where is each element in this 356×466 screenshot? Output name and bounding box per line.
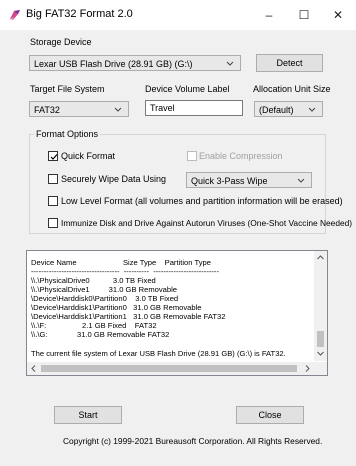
copyright-text: Copyright (c) 1999-2021 Bureausoft Corpo… xyxy=(63,436,323,446)
quick-format-label: Quick Format xyxy=(61,151,116,161)
close-window-button[interactable]: ✕ xyxy=(321,0,355,30)
log-line: \\.\G: 31.0 GB Removable FAT32 xyxy=(31,330,170,339)
start-button-label: Start xyxy=(78,410,98,420)
title-bar: Big FAT32 Format 2.0 – ☐ ✕ xyxy=(0,0,356,30)
chevron-up-icon[interactable] xyxy=(316,254,325,261)
log-line: \\.\PhysicalDrive1 31.0 GB Removable xyxy=(31,285,178,294)
log-line: Device Name Size Type Partition Type xyxy=(31,258,211,267)
storage-device-value: Lexar USB Flash Drive (28.91 GB) (G:\) xyxy=(34,59,193,69)
horizontal-scrollbar[interactable] xyxy=(27,362,315,375)
low-level-format-checkbox[interactable] xyxy=(48,196,58,206)
target-fs-label: Target File System xyxy=(30,84,105,94)
secure-wipe-label: Securely Wipe Data Using xyxy=(61,174,167,184)
chevron-down-icon xyxy=(308,107,316,112)
maximize-button[interactable]: ☐ xyxy=(287,0,321,30)
format-options-title: Format Options xyxy=(34,129,101,139)
target-fs-value: FAT32 xyxy=(34,105,60,115)
minimize-button[interactable]: – xyxy=(252,0,286,30)
storage-device-select[interactable]: Lexar USB Flash Drive (28.91 GB) (G:\) xyxy=(29,55,241,71)
start-button[interactable]: Start xyxy=(54,406,122,424)
log-line: \Device\Harddisk1\Partition1 31.0 GB Rem… xyxy=(31,312,226,321)
volume-label-value: Travel xyxy=(150,103,175,113)
window-title: Big FAT32 Format 2.0 xyxy=(26,8,133,20)
volume-label-label: Device Volume Label xyxy=(145,84,230,94)
chevron-left-icon[interactable] xyxy=(30,364,37,373)
immunize-checkbox[interactable] xyxy=(48,218,58,228)
chevron-down-icon xyxy=(226,61,234,66)
quick-format-checkbox[interactable] xyxy=(48,151,58,161)
log-line: The current file system of Lexar USB Fla… xyxy=(31,349,286,358)
device-log-box[interactable]: Device Name Size Type Partition Type ---… xyxy=(26,250,328,376)
allocation-unit-label: Allocation Unit Size xyxy=(253,84,331,94)
chevron-down-icon[interactable] xyxy=(316,350,325,357)
immunize-label: Immunize Disk and Drive Against Autorun … xyxy=(61,218,353,228)
log-line: \Device\Harddisk0\Partition0 3.0 TB Fixe… xyxy=(31,294,179,303)
allocation-unit-value: (Default) xyxy=(259,105,294,115)
target-fs-select[interactable]: FAT32 xyxy=(29,101,129,117)
low-level-format-label: Low Level Format (all volumes and partit… xyxy=(61,196,343,206)
chevron-down-icon xyxy=(297,178,305,183)
volume-label-input[interactable]: Travel xyxy=(145,100,243,116)
detect-button[interactable]: Detect xyxy=(256,54,323,72)
chevron-down-icon xyxy=(114,107,122,112)
log-line: \\.\F: 2.1 GB Fixed FAT32 xyxy=(31,321,157,330)
log-line: ----------------------------------- ----… xyxy=(31,267,219,276)
app-icon xyxy=(9,9,21,21)
secure-wipe-checkbox[interactable] xyxy=(48,174,58,184)
horizontal-scroll-thumb[interactable] xyxy=(41,365,297,372)
wipe-method-select[interactable]: Quick 3-Pass Wipe xyxy=(186,172,312,188)
enable-compression-checkbox xyxy=(187,151,197,161)
detect-button-label: Detect xyxy=(276,58,303,68)
close-button-label: Close xyxy=(258,410,282,420)
log-line: \\.\PhysicalDrive0 3.0 TB Fixed xyxy=(31,276,156,285)
close-button[interactable]: Close xyxy=(236,406,304,424)
scrollbar-corner xyxy=(314,362,327,375)
chevron-right-icon[interactable] xyxy=(304,364,311,373)
allocation-unit-select[interactable]: (Default) xyxy=(254,101,323,117)
vertical-scrollbar[interactable] xyxy=(314,251,327,361)
storage-device-label: Storage Device xyxy=(30,37,92,47)
checkmark-icon xyxy=(50,154,58,160)
vertical-scroll-thumb[interactable] xyxy=(317,331,324,347)
enable-compression-label: Enable Compression xyxy=(199,151,283,161)
log-line: \Device\Harddisk1\Partition0 31.0 GB Rem… xyxy=(31,303,202,312)
wipe-method-value: Quick 3-Pass Wipe xyxy=(191,176,268,186)
